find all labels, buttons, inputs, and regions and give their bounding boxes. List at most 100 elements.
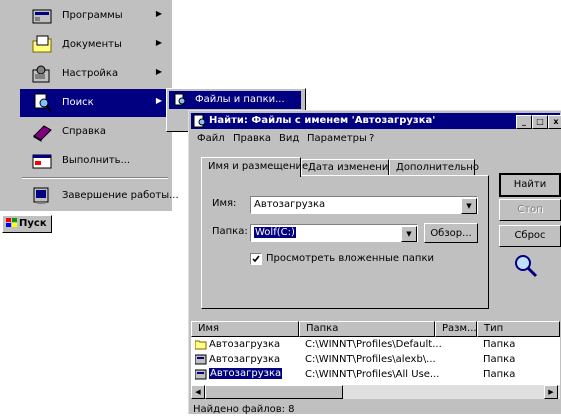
shutdown-icon — [32, 186, 54, 206]
browse-button-label: Обзор... — [430, 228, 472, 239]
menu-view[interactable]: Вид — [279, 133, 299, 144]
title-bar[interactable]: Найти: Файлы с именем 'Автозагрузка' _ □… — [191, 113, 561, 131]
menu-item-label: Документы — [62, 39, 122, 50]
tab-date-modified[interactable]: Дата изменения — [301, 159, 394, 176]
column-label: Имя — [198, 323, 220, 334]
folder-programs-icon — [194, 354, 207, 368]
tab-label: Дата изменения — [308, 162, 395, 173]
name-combobox[interactable]: Автозагрузка ▼ — [250, 196, 478, 214]
browse-button[interactable]: Обзор... — [424, 223, 478, 243]
stop-button[interactable]: Стоп — [499, 199, 561, 221]
menu-item-run[interactable]: Выполнить... — [20, 147, 170, 175]
tab-name-location[interactable]: Имя и размещение — [201, 157, 308, 177]
menu-item-shutdown[interactable]: Завершение работы... — [20, 182, 179, 210]
submenu-item-label: Файлы и папки... — [195, 94, 285, 105]
horizontal-scrollbar[interactable]: ◀ ▶ — [191, 385, 560, 399]
menu-item-help[interactable]: Справка — [20, 118, 170, 146]
scroll-right-icon[interactable]: ▶ — [544, 385, 558, 399]
start-button-label: Пуск — [19, 218, 47, 229]
menu-item-label: Выполнить... — [62, 155, 131, 166]
submenu-arrow-icon: ▶ — [155, 9, 162, 18]
folder-combobox[interactable]: Wolf(C:) ▼ — [250, 224, 418, 242]
start-menu: Программы ▶ Документы ▶ Настройка ▶ Поис… — [0, 0, 179, 211]
column-label: Разм... — [442, 323, 477, 334]
row-folder: C:\WINNT\Profiles\All Use... — [305, 369, 440, 380]
row-type: Папка — [483, 354, 516, 365]
find-window-icon — [193, 114, 207, 131]
column-label: Тип — [484, 323, 504, 334]
menu-file[interactable]: Файл — [197, 133, 225, 144]
help-book-icon — [32, 122, 54, 142]
documents-icon — [32, 35, 54, 55]
folder-input-value[interactable]: Wolf(C:) — [254, 227, 296, 238]
results-list[interactable]: Имя Папка Разм... Тип Автозагрузка C:\WI… — [191, 321, 560, 399]
column-size[interactable]: Разм... — [435, 321, 477, 337]
new-search-button[interactable]: Сброс — [499, 225, 561, 247]
menu-item-label: Справка — [62, 126, 107, 137]
magnifier-icon — [513, 253, 539, 282]
menu-separator — [22, 177, 168, 179]
column-folder[interactable]: Папка — [299, 321, 435, 337]
submenu-arrow-icon: ▶ — [155, 67, 162, 76]
settings-icon — [32, 64, 54, 84]
name-label: Имя: — [212, 198, 237, 209]
tab-panel: Имя: Автозагрузка ▼ Папка: Wolf(C:) ▼ Об… — [201, 175, 489, 309]
menu-item-programs[interactable]: Программы ▶ — [20, 2, 170, 30]
close-button[interactable]: x — [548, 115, 561, 129]
tab-advanced[interactable]: Дополнительно — [389, 159, 479, 176]
find-now-button[interactable]: Найти — [499, 173, 561, 197]
chevron-down-icon[interactable]: ▼ — [461, 198, 477, 214]
table-row[interactable]: Автозагрузка C:\WINNT\Profiles\alexb\...… — [191, 353, 560, 368]
row-type: Папка — [483, 369, 516, 380]
menu-item-documents[interactable]: Документы ▶ — [20, 31, 170, 59]
submenu-arrow-icon: ▶ — [155, 96, 162, 105]
submenu-item-files-folders[interactable]: Файлы и папки... — [169, 91, 301, 109]
menu-item-search[interactable]: Поиск ▶ — [20, 89, 170, 117]
row-folder: C:\WINNT\Profiles\alexb\... — [305, 354, 436, 365]
menu-item-label: Программы — [62, 10, 123, 21]
column-name[interactable]: Имя — [191, 321, 299, 337]
scroll-left-icon[interactable]: ◀ — [191, 385, 205, 399]
submenu-arrow-icon: ▶ — [155, 38, 162, 47]
menu-item-label: Поиск — [62, 97, 94, 108]
status-text: Найдено файлов: 8 — [193, 404, 295, 415]
menu-help[interactable]: ? — [369, 133, 374, 144]
tab-label: Дополнительно — [396, 162, 479, 173]
row-name: Автозагрузка — [209, 354, 281, 365]
search-icon — [32, 93, 54, 113]
menu-bar: Файл Правка Вид Параметры ? — [191, 131, 560, 147]
status-bar: Найдено файлов: 8 — [191, 403, 560, 417]
run-icon — [32, 151, 54, 171]
menu-item-label: Настройка — [62, 68, 119, 79]
menu-edit[interactable]: Правка — [233, 133, 271, 144]
chevron-down-icon[interactable]: ▼ — [401, 226, 417, 242]
folder-icon — [194, 339, 207, 353]
row-folder: C:\WINNT\Profiles\Default... — [305, 339, 442, 350]
menu-item-label: Завершение работы... — [62, 190, 179, 201]
table-row[interactable]: Автозагрузка C:\WINNT\Profiles\Default..… — [191, 338, 560, 353]
scroll-thumb[interactable] — [205, 385, 343, 399]
tab-label: Имя и размещение — [208, 161, 309, 172]
subfolders-checkbox[interactable] — [250, 253, 262, 265]
checkmark-icon — [252, 255, 260, 263]
menu-item-settings[interactable]: Настройка ▶ — [20, 60, 170, 88]
column-type[interactable]: Тип — [477, 321, 560, 337]
windows-logo-icon — [5, 217, 18, 232]
minimize-button[interactable]: _ — [516, 115, 532, 129]
column-label: Папка — [306, 323, 339, 334]
folder-programs-icon — [194, 369, 207, 383]
table-row[interactable]: Автозагрузка C:\WINNT\Profiles\All Use..… — [191, 368, 560, 383]
window-title: Найти: Файлы с именем 'Автозагрузка' — [209, 115, 436, 126]
find-window: Найти: Файлы с именем 'Автозагрузка' _ □… — [188, 110, 561, 417]
subfolders-label[interactable]: Просмотреть вложенные папки — [266, 253, 434, 264]
stop-button-label: Стоп — [517, 204, 543, 215]
maximize-button[interactable]: □ — [532, 115, 548, 129]
row-name-selected: Автозагрузка — [209, 368, 283, 379]
row-name: Автозагрузка — [209, 339, 281, 350]
menu-options[interactable]: Параметры — [307, 133, 367, 144]
start-button[interactable]: Пуск — [2, 215, 52, 233]
reset-button-label: Сброс — [514, 230, 546, 241]
find-button-label: Найти — [513, 179, 547, 190]
name-input-value[interactable]: Автозагрузка — [254, 199, 325, 210]
programs-icon — [32, 6, 54, 26]
